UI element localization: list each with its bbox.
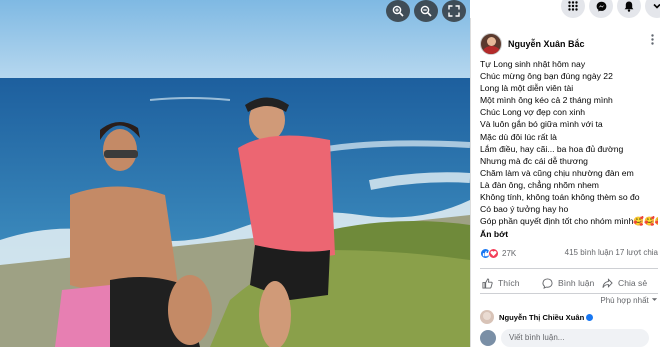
zoom-out-button[interactable] (414, 0, 438, 22)
post-line: Một mình ông kéo cả 2 tháng mình (480, 95, 613, 106)
post-line: Là đàn ông, chẳng nhõm nhem (480, 179, 599, 190)
fullscreen-icon (448, 5, 460, 17)
share-button[interactable]: Chia sẻ (600, 273, 660, 293)
post-line: Có bao ý tưởng hay ho (480, 204, 569, 215)
divider (480, 268, 658, 269)
post-body: Tự Long sinh nhật hôm nay Chúc mừng ông … (480, 58, 658, 240)
commenter-name[interactable]: Nguyễn Thị Chiều Xuân (499, 313, 584, 322)
comment-input[interactable]: Viết bình luận... (501, 329, 649, 347)
chevron-down-icon (653, 3, 660, 9)
notifications-button[interactable] (617, 0, 641, 18)
beach-photo-image (0, 0, 470, 347)
comment-sort-label: Phù hợp nhất (600, 296, 649, 305)
commenter-avatar[interactable] (480, 310, 494, 324)
post-actions: Thích Bình luận Chia sẻ (480, 273, 660, 293)
reactions-summary[interactable]: 27K (480, 248, 516, 259)
post-photo[interactable] (0, 0, 470, 347)
share-label: Chia sẻ (618, 278, 648, 288)
post-line: Góp phần quyết định tốt cho nhóm mình🥰🥰🥰 (480, 216, 658, 227)
comment-icon (542, 277, 553, 289)
bell-icon (624, 1, 634, 12)
account-menu-button[interactable] (645, 0, 660, 18)
post-line: Chúc Long vợ đẹp con xinh (480, 107, 586, 118)
post-line: Tự Long sinh nhật hôm nay (480, 59, 586, 69)
post-line: Chăm làm và cũng chịu nhường đàn em (480, 167, 634, 178)
messenger-button[interactable] (589, 0, 613, 18)
fullscreen-button[interactable] (442, 0, 466, 22)
like-button[interactable]: Thích (480, 273, 540, 293)
grid-menu-icon (568, 1, 578, 11)
post-line: Không tính, không toán không thèm so đo (480, 192, 640, 203)
zoom-in-button[interactable] (386, 0, 410, 22)
zoom-in-icon (392, 5, 404, 17)
comment-label: Bình luận (558, 278, 595, 288)
share-icon (602, 277, 613, 288)
post-line: Mặc dù đôi lúc rất là (480, 131, 557, 142)
messenger-icon (596, 1, 606, 11)
comment-button[interactable]: Bình luận (540, 273, 600, 293)
post-line: Lắm điều, hay cãi... ba hoa đủ đường (480, 143, 624, 154)
post-line: Long là một diễn viên tài (480, 83, 574, 94)
author-avatar[interactable] (480, 33, 502, 55)
divider (480, 293, 658, 294)
post-line: Và luôn gắn bó giữa mình với ta (480, 119, 603, 130)
post-options-button[interactable] (651, 34, 654, 47)
menu-button[interactable] (561, 0, 585, 18)
comment-sort-dropdown[interactable]: Phù hợp nhất (600, 296, 658, 305)
top-navigation (470, 0, 660, 18)
thumbs-up-icon (482, 277, 493, 289)
post-panel: Nguyễn Xuân Bắc Tự Long sinh nhật hôm na… (470, 18, 660, 347)
post-line: Nhưng mà đc cái dễ thương (480, 155, 588, 166)
like-label: Thích (498, 278, 520, 288)
see-less-link[interactable]: Ẩn bớt (480, 228, 658, 240)
comment-item: Nguyễn Thị Chiều Xuân (480, 310, 594, 324)
more-options-icon (651, 34, 654, 45)
post-header: Nguyễn Xuân Bắc (480, 32, 585, 56)
comments-shares-count[interactable]: 415 bình luận 17 lượt chia (565, 248, 658, 257)
love-reaction-icon (488, 248, 499, 259)
zoom-out-icon (420, 5, 432, 17)
post-line: Chúc mừng ông bạn đúng ngày 22 (480, 71, 613, 82)
verified-badge-icon (586, 313, 594, 321)
post-stats: 27K 415 bình luận 17 lượt chia (480, 248, 658, 262)
author-name[interactable]: Nguyễn Xuân Bắc (508, 39, 585, 49)
caret-down-icon (651, 298, 658, 301)
reaction-count: 27K (502, 249, 517, 258)
current-user-avatar (480, 330, 496, 346)
